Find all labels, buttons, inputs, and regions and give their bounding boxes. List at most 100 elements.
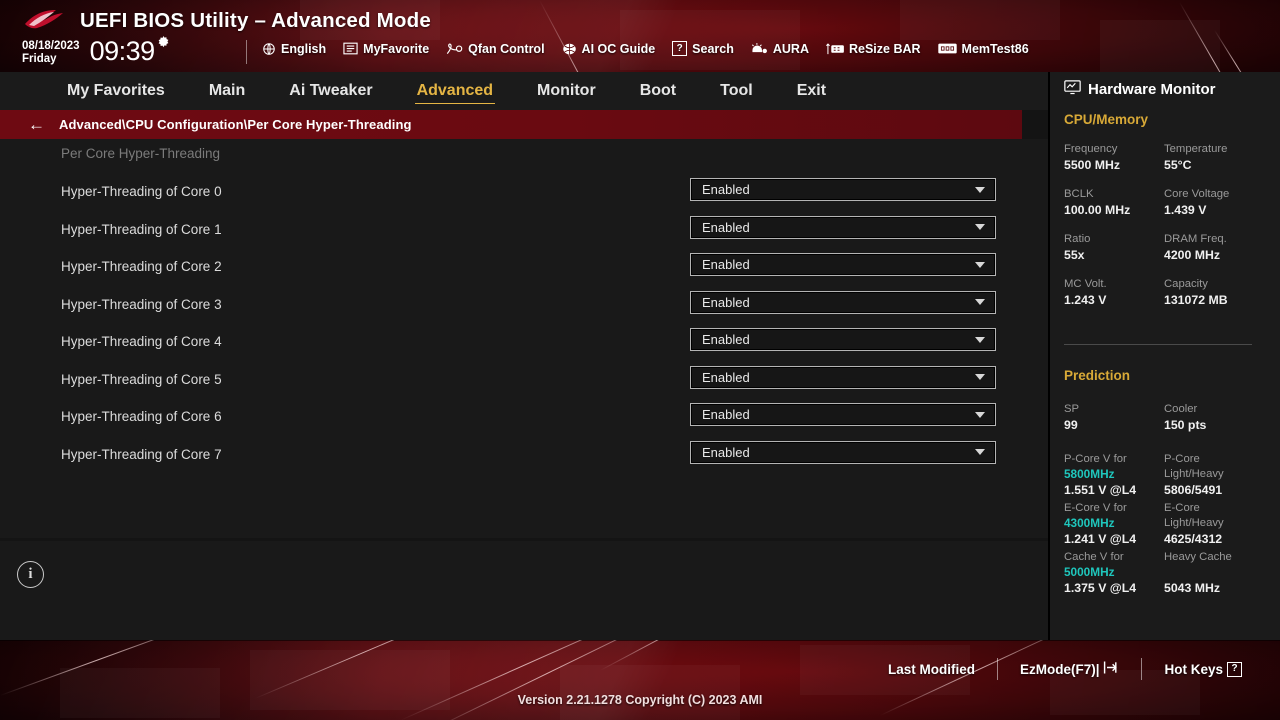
prediction-right: Heavy Cache 5043 MHz: [1164, 550, 1264, 596]
sidebar-section-cpu-memory: CPU/Memory: [1064, 112, 1149, 127]
back-arrow-icon[interactable]: ←: [28, 116, 45, 133]
setting-value: Enabled: [702, 182, 750, 197]
monitor-label: Ratio: [1064, 233, 1091, 245]
prediction-value: 5043 MHz: [1164, 581, 1221, 595]
tab-my-favorites[interactable]: My Favorites: [45, 72, 187, 110]
current-day: Friday: [22, 52, 57, 65]
prediction-label: Light/Heavy: [1164, 517, 1224, 529]
setting-value: Enabled: [702, 444, 750, 460]
monitor-value: 100.00 MHz: [1064, 203, 1131, 217]
setting-row: Hyper-Threading of Core 5 Enabled: [0, 363, 1048, 401]
tab-tool[interactable]: Tool: [698, 72, 775, 110]
chevron-down-icon: [975, 224, 985, 230]
setting-value: Enabled: [702, 332, 750, 347]
monitor-icon: [1064, 80, 1081, 99]
monitor-label: Temperature: [1164, 143, 1228, 155]
resize-bar-icon: [826, 42, 844, 56]
monitor-cell: Temperature 55°C: [1164, 142, 1264, 173]
tab-exit[interactable]: Exit: [775, 72, 848, 110]
breadcrumb: ← Advanced\CPU Configuration\Per Core Hy…: [0, 110, 1022, 139]
tab-main[interactable]: Main: [187, 72, 267, 110]
monitor-cell: Core Voltage 1.439 V: [1164, 187, 1264, 218]
header-tool-english[interactable]: English: [262, 42, 326, 56]
hardware-monitor-panel: Hardware Monitor CPU/Memory Frequency 550…: [1048, 72, 1280, 640]
setting-dropdown[interactable]: Enabled: [690, 328, 996, 351]
tab-boot[interactable]: Boot: [618, 72, 698, 110]
header-tool-resize-bar[interactable]: ReSize BAR: [826, 42, 921, 56]
header-tool-search[interactable]: ? Search: [672, 41, 734, 56]
header-tool-aura[interactable]: AURA: [751, 42, 809, 56]
hardware-monitor-label: Hardware Monitor: [1088, 81, 1216, 98]
chevron-down-icon: [975, 411, 985, 418]
sidebar-divider: [1048, 72, 1050, 640]
prediction-row: E-Core V for 4300MHz 1.241 V @L4 E-Core Ligh…: [1064, 501, 1264, 547]
setting-dropdown[interactable]: Enabled: [690, 178, 996, 201]
header-tool-ai-oc-guide[interactable]: AI OC Guide: [562, 42, 655, 56]
info-icon[interactable]: i: [17, 561, 44, 588]
tab-advanced[interactable]: Advanced: [395, 72, 515, 110]
setting-dropdown[interactable]: Enabled: [690, 440, 996, 464]
header-tool-label: MyFavorite: [363, 41, 430, 56]
bottom-item-ezmode-f7[interactable]: EzMode(F7)|: [998, 660, 1142, 678]
header-tool-myfavorite[interactable]: MyFavorite: [343, 42, 429, 56]
prediction-frequency: 5000MHz: [1064, 565, 1115, 579]
tab-ai-tweaker[interactable]: Ai Tweaker: [267, 72, 394, 110]
prediction-right: E-Core Light/Heavy 4625/4312: [1164, 501, 1264, 547]
question-key-icon: ?: [672, 41, 688, 56]
setting-value: Enabled: [702, 257, 750, 272]
setting-dropdown[interactable]: Enabled: [690, 403, 996, 426]
setting-label: Hyper-Threading of Core 1: [61, 221, 222, 237]
setting-value: Enabled: [702, 219, 750, 235]
setting-dropdown[interactable]: Enabled: [690, 253, 996, 276]
monitor-label: MC Volt.: [1064, 278, 1107, 290]
bottom-item-hot-keys[interactable]: Hot Keys?: [1142, 661, 1264, 677]
setting-value: Enabled: [702, 369, 750, 385]
monitor-cell: Cooler 150 pts: [1164, 402, 1264, 433]
monitor-value: 99: [1064, 418, 1078, 432]
settings-panel: Per Core Hyper-Threading Hyper-Threading…: [0, 139, 1048, 538]
header-tool-label: Qfan Control: [468, 41, 545, 56]
main-navigation: My Favorites Main Ai Tweaker Advanced Monito…: [0, 72, 1048, 110]
header-tool-qfan-control[interactable]: Qfan Control: [446, 41, 545, 56]
prediction-row: Cache V for 5000MHz 1.375 V @L4 Heavy Cache…: [1064, 550, 1264, 596]
monitor-value: 1.243 V: [1064, 293, 1107, 307]
hardware-monitor-title: Hardware Monitor: [1064, 80, 1216, 99]
aura-light-icon: [751, 42, 768, 56]
version-text: Version 2.21.1278 Copyright (C) 2023 AMI: [517, 693, 763, 707]
setting-row: Hyper-Threading of Core 4 Enabled: [0, 325, 1048, 363]
breadcrumb-path: Advanced\CPU Configuration\Per Core Hype…: [59, 117, 412, 132]
prediction-frequency: 5800MHz: [1064, 467, 1115, 481]
monitor-cell: Ratio 55x: [1064, 232, 1164, 263]
setting-dropdown[interactable]: Enabled: [690, 215, 996, 239]
monitor-cell: Capacity 131072 MB: [1164, 277, 1264, 308]
header-tool-memtest86[interactable]: MemTest86: [937, 42, 1029, 56]
setting-dropdown[interactable]: Enabled: [690, 365, 996, 389]
setting-value: Enabled: [702, 407, 750, 422]
prediction-label: Light/Heavy: [1164, 468, 1224, 480]
gear-icon[interactable]: [156, 35, 171, 55]
monitor-pair: Frequency 5500 MHz Temperature 55°C: [1064, 142, 1264, 173]
monitor-value: 5500 MHz: [1064, 158, 1121, 172]
prediction-voltage: 1.551 V @L4: [1064, 483, 1137, 497]
fan-icon: [446, 42, 463, 56]
header-divider: [246, 40, 247, 64]
page-title: UEFI BIOS Utility – Advanced Mode: [80, 9, 431, 32]
globe-icon: [262, 42, 276, 56]
setting-row: Hyper-Threading of Core 6 Enabled: [0, 400, 1048, 438]
header-tools: English MyFavorite Qfan Control AI OC Gu…: [262, 41, 1029, 56]
bottom-item-last-modified[interactable]: Last Modified: [866, 662, 997, 677]
prediction-voltage: 1.241 V @L4: [1064, 532, 1137, 546]
monitor-label: Frequency: [1064, 143, 1118, 155]
current-date: 08/18/2023: [22, 40, 80, 52]
header-tool-label: Search: [692, 41, 734, 56]
question-key-icon: ?: [1227, 661, 1242, 677]
sidebar-section-divider: [1064, 344, 1252, 345]
monitor-label: Core Voltage: [1164, 188, 1230, 200]
monitor-cell: MC Volt. 1.243 V: [1064, 277, 1164, 308]
tab-monitor[interactable]: Monitor: [515, 72, 618, 110]
header-tool-label: English: [281, 41, 327, 56]
setting-row: Hyper-Threading of Core 0 Enabled: [0, 175, 1048, 213]
setting-dropdown[interactable]: Enabled: [690, 290, 996, 314]
prediction-left: E-Core V for 4300MHz 1.241 V @L4: [1064, 501, 1164, 547]
memory-icon: [937, 42, 957, 55]
